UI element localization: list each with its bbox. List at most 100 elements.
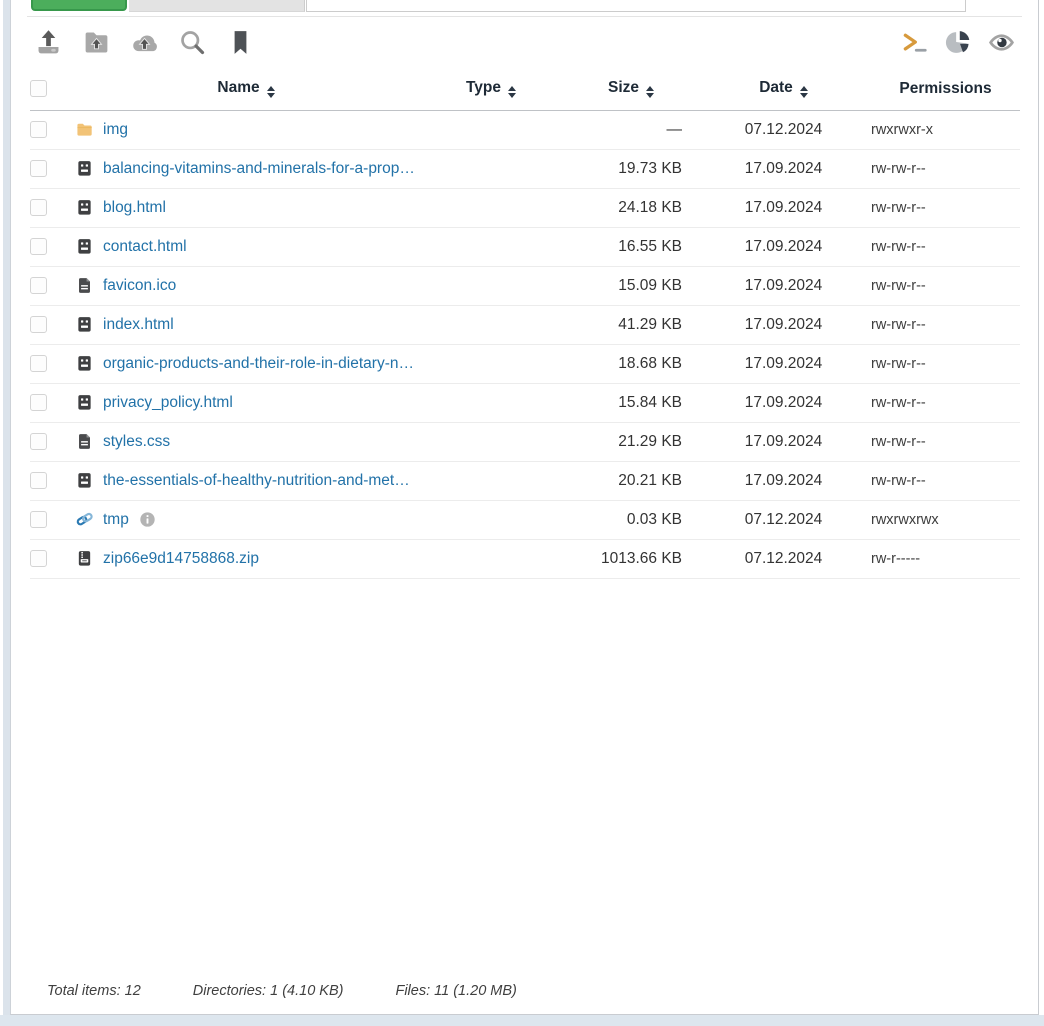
column-header-size[interactable]: Size: [566, 68, 696, 110]
eye-icon: [987, 28, 1016, 57]
file-name-link[interactable]: privacy_policy.html: [103, 394, 233, 412]
table-row[interactable]: blog.html 24.18 KB 17.09.2024 rw-rw-r--: [30, 188, 1020, 227]
row-checkbox[interactable]: [30, 433, 47, 450]
path-bar-fragment: [306, 0, 966, 12]
file-name-link[interactable]: the-essentials-of-healthy-nutrition-and-…: [103, 472, 416, 490]
file-permissions-cell: rw-rw-r--: [871, 188, 1020, 227]
column-header-date-label: Date: [759, 79, 793, 96]
file-size-cell: —: [566, 110, 696, 149]
html-file-icon: [76, 160, 93, 177]
table-row[interactable]: the-essentials-of-healthy-nutrition-and-…: [30, 461, 1020, 500]
disk-usage-button[interactable]: [940, 26, 974, 60]
file-size-cell: 21.29 KB: [566, 422, 696, 461]
row-checkbox[interactable]: [30, 511, 47, 528]
file-date-cell: 17.09.2024: [696, 227, 871, 266]
file-name-link[interactable]: contact.html: [103, 238, 187, 256]
file-size-cell: 16.55 KB: [566, 227, 696, 266]
file-size-cell: 19.73 KB: [566, 149, 696, 188]
info-icon[interactable]: [139, 511, 156, 528]
html-file-icon: [76, 355, 93, 372]
file-permissions-cell: rw-rw-r--: [871, 227, 1020, 266]
folder-upload-button[interactable]: [79, 26, 113, 60]
file-date-cell: 17.09.2024: [696, 344, 871, 383]
file-type-cell: [416, 149, 566, 188]
table-row[interactable]: contact.html 16.55 KB 17.09.2024 rw-rw-r…: [30, 227, 1020, 266]
html-file-icon: [76, 316, 93, 333]
inactive-tab-fragment[interactable]: [129, 0, 305, 12]
sort-icon: [646, 86, 654, 98]
active-tab-fragment[interactable]: [31, 0, 127, 11]
file-size-cell: 0.03 KB: [566, 500, 696, 539]
row-checkbox[interactable]: [30, 121, 47, 138]
file-size-cell: 15.84 KB: [566, 383, 696, 422]
file-type-cell: [416, 461, 566, 500]
column-header-name-label: Name: [217, 79, 259, 96]
table-row[interactable]: index.html 41.29 KB 17.09.2024 rw-rw-r--: [30, 305, 1020, 344]
file-name-link[interactable]: favicon.ico: [103, 277, 176, 295]
file-size-cell: 24.18 KB: [566, 188, 696, 227]
file-permissions-cell: rw-r-----: [871, 539, 1020, 578]
file-name-link[interactable]: organic-products-and-their-role-in-dieta…: [103, 355, 416, 373]
file-name-link[interactable]: styles.css: [103, 433, 170, 451]
row-checkbox[interactable]: [30, 160, 47, 177]
column-header-type-label: Type: [466, 79, 501, 96]
row-checkbox[interactable]: [30, 472, 47, 489]
file-name-link[interactable]: zip66e9d14758868.zip: [103, 550, 259, 568]
table-header-row: Name Type Size Date Permissions: [30, 68, 1020, 110]
window-left-edge: [3, 0, 10, 1026]
table-row[interactable]: privacy_policy.html 15.84 KB 17.09.2024 …: [30, 383, 1020, 422]
sort-icon: [508, 86, 516, 98]
file-type-cell: [416, 422, 566, 461]
terminal-button[interactable]: [896, 26, 930, 60]
file-type-cell: [416, 188, 566, 227]
html-file-icon: [76, 199, 93, 216]
file-permissions-cell: rw-rw-r--: [871, 344, 1020, 383]
file-permissions-cell: rw-rw-r--: [871, 383, 1020, 422]
table-row[interactable]: organic-products-and-their-role-in-dieta…: [30, 344, 1020, 383]
table-row[interactable]: favicon.ico 15.09 KB 17.09.2024 rw-rw-r-…: [30, 266, 1020, 305]
row-checkbox[interactable]: [30, 277, 47, 294]
file-type-cell: [416, 305, 566, 344]
row-checkbox[interactable]: [30, 550, 47, 567]
view-settings-button[interactable]: [984, 26, 1018, 60]
empty-area: [11, 579, 1038, 969]
column-header-type[interactable]: Type: [416, 68, 566, 110]
file-size-cell: 18.68 KB: [566, 344, 696, 383]
pie-chart-icon: [943, 28, 972, 57]
html-file-icon: [76, 394, 93, 411]
row-checkbox[interactable]: [30, 199, 47, 216]
table-row[interactable]: balancing-vitamins-and-minerals-for-a-pr…: [30, 149, 1020, 188]
file-size-cell: 20.21 KB: [566, 461, 696, 500]
symlink-icon: [76, 511, 93, 528]
table-row[interactable]: tmp 0.03 KB 07.12.2024 rwxrwxrwx: [30, 500, 1020, 539]
row-checkbox[interactable]: [30, 355, 47, 372]
file-name-link[interactable]: tmp: [103, 511, 129, 529]
column-header-date[interactable]: Date: [696, 68, 871, 110]
file-name-link[interactable]: blog.html: [103, 199, 166, 217]
file-date-cell: 17.09.2024: [696, 188, 871, 227]
cloud-upload-icon: [130, 28, 159, 57]
file-table-body: img — 07.12.2024 rwxrwxr-x balancing-vit…: [30, 110, 1020, 578]
file-name-link[interactable]: index.html: [103, 316, 174, 334]
file-permissions-cell: rw-rw-r--: [871, 149, 1020, 188]
generic-file-icon: [76, 433, 93, 450]
cloud-upload-button[interactable]: [127, 26, 161, 60]
file-name-link[interactable]: balancing-vitamins-and-minerals-for-a-pr…: [103, 160, 416, 178]
file-size-cell: 15.09 KB: [566, 266, 696, 305]
row-checkbox[interactable]: [30, 394, 47, 411]
file-type-cell: [416, 500, 566, 539]
table-row[interactable]: img — 07.12.2024 rwxrwxr-x: [30, 110, 1020, 149]
search-button[interactable]: [175, 26, 209, 60]
file-name-link[interactable]: img: [103, 121, 128, 139]
bookmark-button[interactable]: [223, 26, 257, 60]
upload-button[interactable]: [31, 26, 65, 60]
file-date-cell: 07.12.2024: [696, 539, 871, 578]
table-row[interactable]: zip66e9d14758868.zip 1013.66 KB 07.12.20…: [30, 539, 1020, 578]
row-checkbox[interactable]: [30, 238, 47, 255]
column-header-name[interactable]: Name: [76, 68, 416, 110]
file-size-cell: 1013.66 KB: [566, 539, 696, 578]
select-all-checkbox[interactable]: [30, 80, 47, 97]
bookmark-icon: [226, 28, 255, 57]
row-checkbox[interactable]: [30, 316, 47, 333]
table-row[interactable]: styles.css 21.29 KB 17.09.2024 rw-rw-r--: [30, 422, 1020, 461]
